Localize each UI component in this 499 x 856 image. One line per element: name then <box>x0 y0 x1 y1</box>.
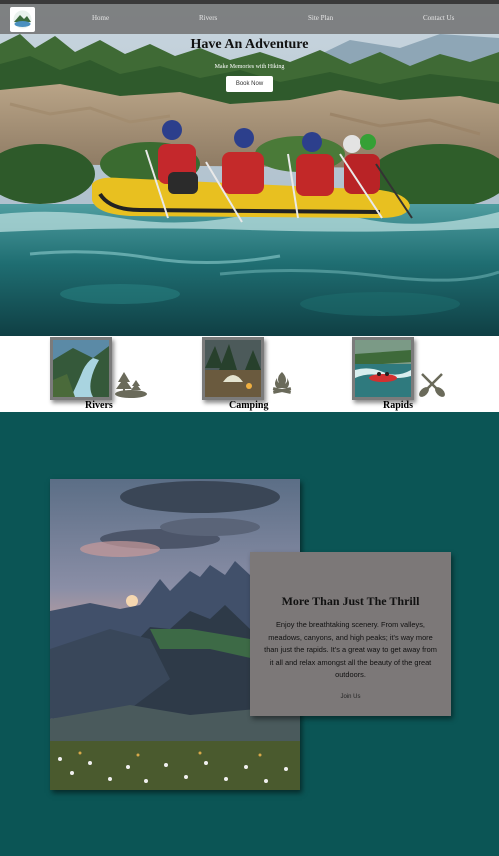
thrill-card: More Than Just The Thrill Enjoy the brea… <box>250 552 451 716</box>
feature-rivers[interactable]: Rivers <box>50 336 160 412</box>
rapids-thumbnail <box>352 337 414 400</box>
card-title: More Than Just The Thrill <box>281 594 420 608</box>
book-now-button[interactable]: Book Now <box>226 76 273 92</box>
thrill-section: More Than Just The Thrill Enjoy the brea… <box>0 412 499 856</box>
crossed-paddles-icon <box>419 373 445 397</box>
campfire-icon <box>272 372 292 394</box>
logo[interactable] <box>10 7 35 32</box>
nav-rivers[interactable]: Rivers <box>199 14 217 22</box>
features-strip: Rivers Camping Rapids <box>0 336 499 412</box>
feature-camping[interactable]: Camping <box>202 336 312 412</box>
mountain-lake-logo-icon <box>13 10 32 29</box>
feature-rapids-label: Rapids <box>383 400 414 411</box>
hero-section: Home Rivers Site Plan Contact Us Have An… <box>0 4 499 336</box>
hero-rafting-image <box>0 4 499 336</box>
hero-subtitle: Make Memories with Hiking <box>214 64 285 70</box>
feature-camping-label: Camping <box>229 400 269 411</box>
feature-rivers-label: Rivers <box>85 400 113 411</box>
feature-rapids[interactable]: Rapids <box>352 336 462 412</box>
nav-home[interactable]: Home <box>92 14 109 22</box>
hero-title: Have An Adventure <box>190 37 309 52</box>
camping-thumbnail <box>202 337 264 400</box>
card-body: Enjoy the breathtaking scenery. From val… <box>264 620 437 680</box>
nav-site-plan[interactable]: Site Plan <box>308 14 333 22</box>
camping-photo <box>205 340 261 397</box>
river-photo <box>53 340 109 397</box>
navbar: Home Rivers Site Plan Contact Us <box>0 4 499 34</box>
rapids-photo <box>355 340 411 397</box>
trees-river-icon <box>115 372 147 398</box>
join-us-link[interactable]: Join Us <box>250 694 451 700</box>
rivers-thumbnail <box>50 337 112 400</box>
nav-contact-us[interactable]: Contact Us <box>423 14 454 22</box>
